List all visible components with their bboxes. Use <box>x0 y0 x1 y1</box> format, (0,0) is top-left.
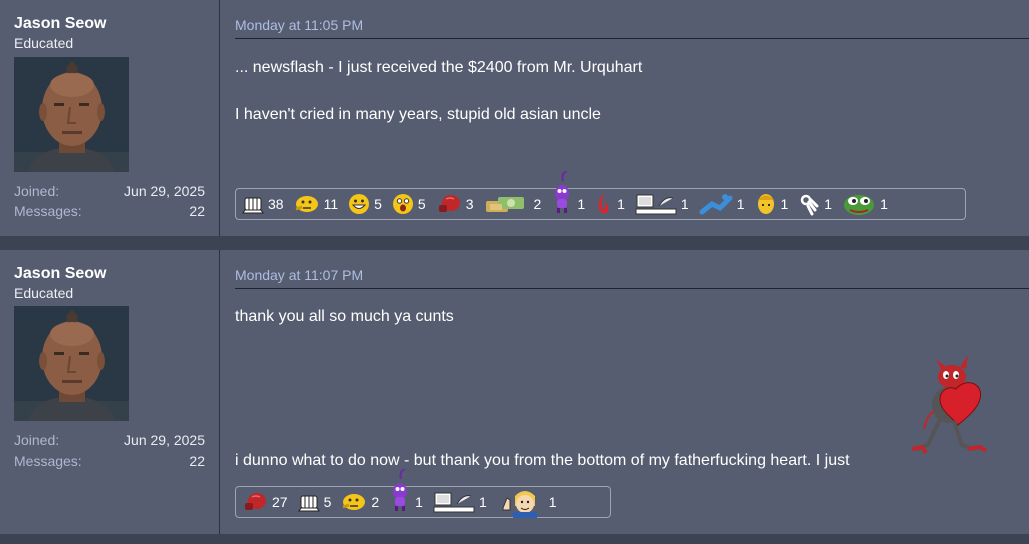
reaction-imp[interactable]: 1 <box>551 171 586 215</box>
reaction-count: 5 <box>417 196 426 212</box>
messages-row: Messages: 22 <box>14 203 205 219</box>
user-info-pane: Jason Seow Educated Joined: Jun 29, 2025… <box>0 0 220 236</box>
blue-figure-icon <box>699 192 733 216</box>
message-line: thank you all so much ya cunts <box>235 308 454 325</box>
user-title: Educated <box>14 285 74 301</box>
computer-desk-icon <box>433 490 475 514</box>
post-content: Monday at 11:07 PM thank you all so much… <box>235 250 1029 534</box>
computer-desk-icon <box>635 192 677 216</box>
reaction-count: 5 <box>323 494 332 510</box>
devil-holding-heart-icon <box>911 353 1002 466</box>
post: Jason Seow Educated Joined: Jun 29, 2025… <box>0 0 1029 236</box>
reaction-grin[interactable]: 5 <box>348 193 382 215</box>
reaction-vault-boy[interactable]: 1 <box>497 486 557 518</box>
reaction-count: 1 <box>415 494 423 510</box>
yellow-head-icon <box>755 192 777 216</box>
reaction-thinking[interactable]: 2 <box>341 491 379 513</box>
reaction-count: 11 <box>323 196 339 212</box>
message-line: I haven't cried in many years, stupid ol… <box>235 106 601 123</box>
reaction-pepe[interactable]: 1 <box>842 192 888 216</box>
reaction-fist-bump[interactable]: 5 <box>297 491 332 513</box>
reaction-count: 1 <box>736 196 745 212</box>
thinking-face-icon <box>294 193 320 215</box>
reaction-count: 27 <box>272 494 288 510</box>
reaction-blue-figure[interactable]: 1 <box>699 192 745 216</box>
joined-date: Jun 29, 2025 <box>124 432 205 448</box>
reactions-bar[interactable]: 27 5 2 1 1 1 <box>235 469 611 518</box>
reaction-count: 2 <box>533 196 542 212</box>
post: Jason Seow Educated Joined: Jun 29, 2025… <box>0 250 1029 534</box>
joined-label: Joined: <box>14 432 60 448</box>
joined-date: Jun 29, 2025 <box>124 183 205 199</box>
reaction-fist-bump[interactable]: 38 <box>242 193 284 215</box>
message-line: ... newsflash - I just received the $240… <box>235 59 643 76</box>
boxing-glove-icon <box>436 193 462 215</box>
red-flame-icon <box>595 192 613 216</box>
messages-count: 22 <box>189 453 205 469</box>
pepe-frog-icon <box>842 192 876 216</box>
post-separator <box>0 236 1029 250</box>
purple-imp-icon <box>389 469 411 513</box>
boxing-glove-icon <box>242 491 268 513</box>
shocked-face-icon <box>392 193 414 215</box>
reaction-count: 2 <box>371 494 380 510</box>
user-title: Educated <box>14 35 74 51</box>
message-line: i dunno what to do now - but thank you f… <box>235 452 850 469</box>
reaction-count: 38 <box>268 196 284 212</box>
post-date[interactable]: Monday at 11:07 PM <box>235 267 363 283</box>
reactions-bar[interactable]: 38 11 5 5 3 2 1 1 1 1 1 1 1 <box>235 171 966 220</box>
username-link[interactable]: Jason Seow <box>14 265 106 283</box>
post-content: Monday at 11:05 PM ... newsflash - I jus… <box>235 0 1029 236</box>
reaction-flame[interactable]: 1 <box>595 192 625 216</box>
messages-label: Messages: <box>14 453 82 469</box>
joined-row: Joined: Jun 29, 2025 <box>14 432 205 448</box>
purple-imp-icon <box>551 171 573 215</box>
post-date[interactable]: Monday at 11:05 PM <box>235 17 363 33</box>
vault-boy-thumbs-up-icon <box>497 486 545 518</box>
reaction-computer[interactable]: 1 <box>635 192 689 216</box>
reaction-glove[interactable]: 3 <box>436 193 474 215</box>
reaction-glove[interactable]: 27 <box>242 491 288 513</box>
reaction-count: 1 <box>577 196 586 212</box>
avatar[interactable] <box>14 57 129 172</box>
reaction-count: 1 <box>548 494 557 510</box>
avatar[interactable] <box>14 306 129 421</box>
reaction-imp[interactable]: 1 <box>389 469 423 513</box>
reaction-money[interactable]: 2 <box>484 193 542 215</box>
messages-label: Messages: <box>14 203 82 219</box>
username-link[interactable]: Jason Seow <box>14 15 106 33</box>
divider <box>235 288 1029 289</box>
reaction-computer[interactable]: 1 <box>433 490 487 514</box>
reaction-count: 1 <box>780 196 789 212</box>
reaction-count: 3 <box>465 196 474 212</box>
reaction-count: 1 <box>680 196 689 212</box>
fist-bump-icon <box>242 193 264 215</box>
grinning-face-icon <box>348 193 370 215</box>
messages-count: 22 <box>189 203 205 219</box>
reaction-count: 1 <box>617 196 625 212</box>
reaction-count: 1 <box>824 196 833 212</box>
reaction-shock[interactable]: 5 <box>392 193 426 215</box>
thinking-face-icon <box>341 491 367 513</box>
reaction-count: 5 <box>374 196 382 212</box>
ok-hand-icon <box>798 192 820 216</box>
reaction-count: 1 <box>478 494 487 510</box>
reaction-yellow-head[interactable]: 1 <box>755 192 789 216</box>
money-stack-icon <box>484 193 530 215</box>
reaction-ok-hand[interactable]: 1 <box>798 192 832 216</box>
messages-row: Messages: 22 <box>14 453 205 469</box>
reaction-thinking[interactable]: 11 <box>294 193 339 215</box>
joined-row: Joined: Jun 29, 2025 <box>14 183 205 199</box>
joined-label: Joined: <box>14 183 60 199</box>
user-info-pane: Jason Seow Educated Joined: Jun 29, 2025… <box>0 250 220 534</box>
reaction-count: 1 <box>880 196 888 212</box>
fist-bump-icon <box>297 491 320 513</box>
post-separator <box>0 534 1029 544</box>
divider <box>235 38 1029 39</box>
